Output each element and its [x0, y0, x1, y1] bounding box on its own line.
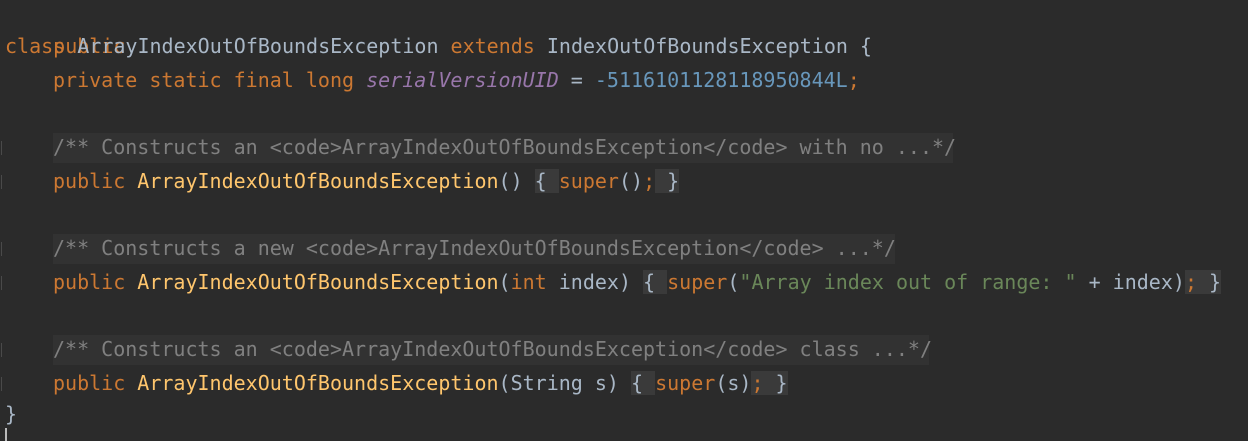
- keyword-public: public: [53, 169, 138, 193]
- code-line-13[interactable]: }: [5, 398, 17, 431]
- closing-brace: }: [5, 402, 18, 426]
- code-line-5[interactable]: /** Constructs an <code>ArrayIndexOutOfB…: [53, 131, 956, 164]
- folded-brace-open[interactable]: {: [534, 169, 559, 193]
- type-int: int: [510, 270, 547, 294]
- code-line-12[interactable]: public ArrayIndexOutOfBoundsException(St…: [53, 367, 788, 400]
- folded-brace-close[interactable]: }: [763, 371, 788, 395]
- folded-brace-close[interactable]: }: [1196, 270, 1222, 294]
- field-name: serialVersionUID: [366, 68, 559, 92]
- folded-brace-close[interactable]: }: [655, 169, 680, 193]
- string-literal: "Array index out of range: ": [739, 270, 1077, 294]
- call-args: (s): [715, 371, 752, 395]
- fold-marker[interactable]: [1, 276, 2, 290]
- param-name: index): [546, 270, 631, 294]
- assign-operator: =: [558, 68, 595, 92]
- number-literal: -5116101128118950844L: [594, 68, 848, 92]
- doc-comment[interactable]: /** Constructs an <code>ArrayIndexOutOfB…: [53, 135, 956, 159]
- param-list: (String s): [498, 371, 619, 395]
- constructor-name: ArrayIndexOutOfBoundsException: [137, 169, 499, 193]
- call-args-rest: + index): [1076, 270, 1185, 294]
- fold-marker[interactable]: [1, 242, 2, 256]
- code-line-1[interactable]: public: [5, 0, 125, 58]
- semicolon: ;: [643, 169, 656, 193]
- folded-brace-open[interactable]: {: [643, 270, 668, 294]
- keyword-public: public: [53, 371, 138, 395]
- text-caret: [5, 428, 7, 441]
- keyword-super: super: [667, 270, 728, 294]
- paren-open: (: [727, 270, 740, 294]
- constructor-name: ArrayIndexOutOfBoundsException: [137, 371, 499, 395]
- doc-comment[interactable]: /** Constructs a new <code>ArrayIndexOut…: [53, 236, 896, 260]
- fold-marker[interactable]: [1, 343, 2, 357]
- code-line-8[interactable]: /** Constructs a new <code>ArrayIndexOut…: [53, 232, 896, 265]
- code-line-3[interactable]: private static final long serialVersionU…: [53, 64, 860, 97]
- folded-brace-open[interactable]: {: [631, 371, 656, 395]
- fold-marker[interactable]: [1, 377, 2, 391]
- code-editor[interactable]: public class ArrayIndexOutOfBoundsExcept…: [0, 0, 1248, 441]
- semicolon: ;: [1184, 270, 1197, 294]
- parent-class: IndexOutOfBoundsException {: [534, 34, 872, 58]
- fold-marker[interactable]: [1, 141, 2, 155]
- paren-open: (: [498, 270, 511, 294]
- fold-marker[interactable]: [1, 175, 2, 189]
- code-line-2[interactable]: class ArrayIndexOutOfBoundsException ext…: [5, 30, 872, 63]
- code-line-11[interactable]: /** Constructs an <code>ArrayIndexOutOfB…: [53, 333, 932, 366]
- code-line-9[interactable]: public ArrayIndexOutOfBoundsException(in…: [53, 266, 1222, 299]
- keyword-class: class: [5, 34, 66, 58]
- constructor-name: ArrayIndexOutOfBoundsException: [137, 270, 499, 294]
- keyword-public: public: [53, 270, 138, 294]
- field-modifiers: private static final long: [53, 68, 367, 92]
- keyword-super: super: [558, 169, 619, 193]
- call-args: (): [618, 169, 644, 193]
- keyword-extends: extends: [450, 34, 535, 58]
- keyword-super: super: [655, 371, 716, 395]
- semicolon: ;: [847, 68, 860, 92]
- semicolon: ;: [751, 371, 764, 395]
- code-line-6[interactable]: public ArrayIndexOutOfBoundsException() …: [53, 165, 680, 198]
- param-list: (): [498, 169, 523, 193]
- class-name: ArrayIndexOutOfBoundsException: [65, 34, 451, 58]
- doc-comment[interactable]: /** Constructs an <code>ArrayIndexOutOfB…: [53, 337, 932, 361]
